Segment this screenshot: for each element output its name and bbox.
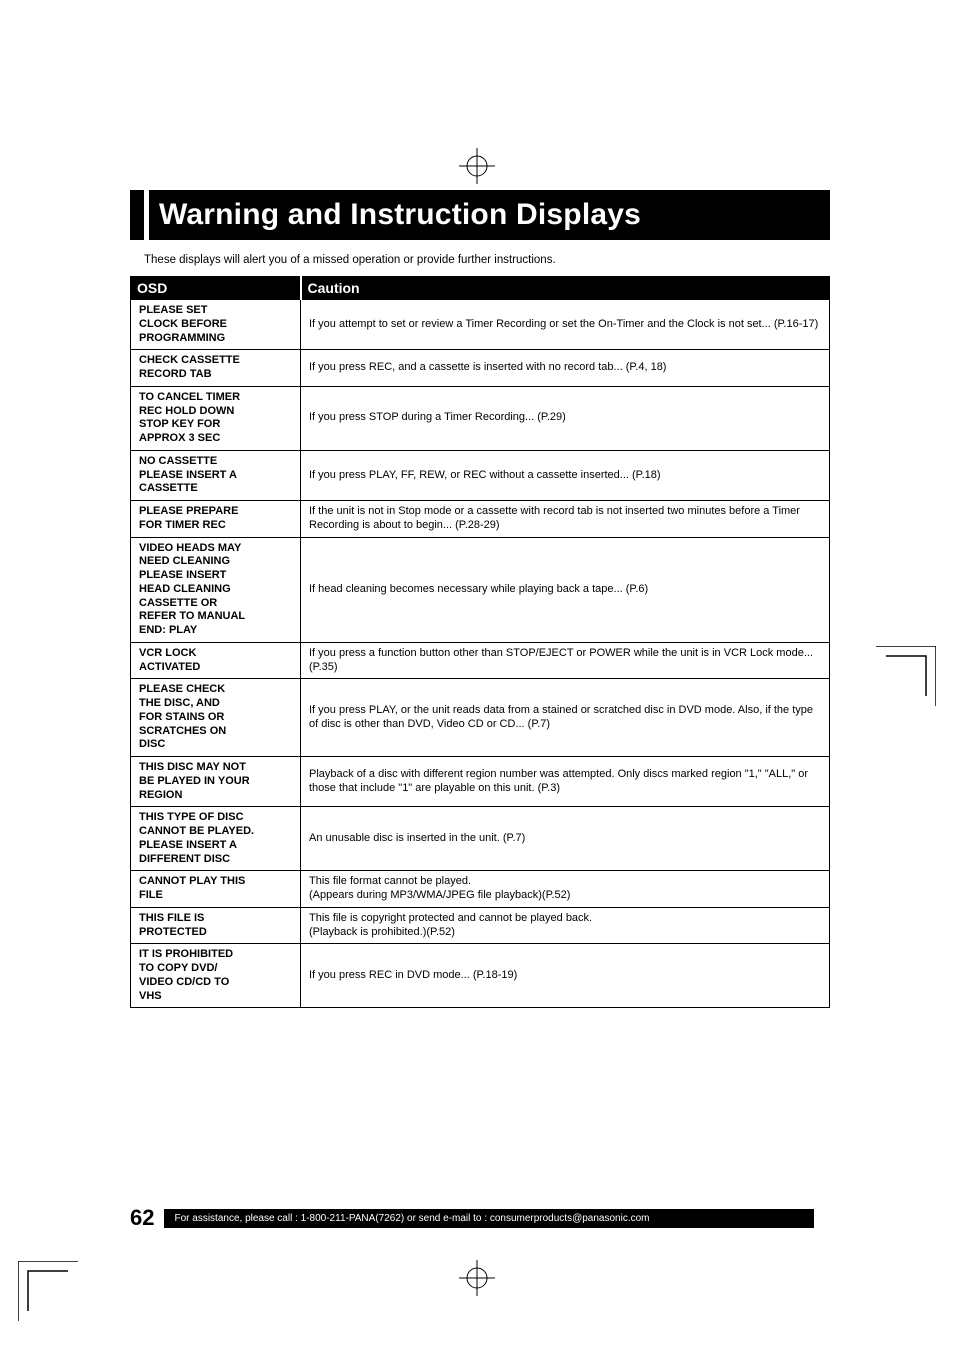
osd-cell: VIDEO HEADS MAY NEED CLEANING PLEASE INS… bbox=[131, 537, 301, 642]
osd-cell: IT IS PROHIBITED TO COPY DVD/ VIDEO CD/C… bbox=[131, 944, 301, 1008]
caution-cell: If you press REC, and a cassette is inse… bbox=[301, 350, 830, 387]
table-row: PLEASE SET CLOCK BEFORE PROGRAMMINGIf yo… bbox=[131, 300, 830, 350]
title-accent bbox=[130, 190, 144, 240]
table-row: IT IS PROHIBITED TO COPY DVD/ VIDEO CD/C… bbox=[131, 944, 830, 1008]
header-caution: Caution bbox=[301, 277, 830, 300]
osd-cell: CANNOT PLAY THIS FILE bbox=[131, 871, 301, 908]
table-row: THIS DISC MAY NOT BE PLAYED IN YOUR REGI… bbox=[131, 757, 830, 807]
table-row: CHECK CASSETTE RECORD TABIf you press RE… bbox=[131, 350, 830, 387]
caution-cell: Playback of a disc with different region… bbox=[301, 757, 830, 807]
crop-mark-left-icon bbox=[18, 1261, 78, 1321]
osd-cell: VCR LOCK ACTIVATED bbox=[131, 642, 301, 679]
osd-cell: THIS DISC MAY NOT BE PLAYED IN YOUR REGI… bbox=[131, 757, 301, 807]
osd-cell: PLEASE CHECK THE DISC, AND FOR STAINS OR… bbox=[131, 679, 301, 757]
osd-cell: PLEASE SET CLOCK BEFORE PROGRAMMING bbox=[131, 300, 301, 350]
osd-cell: THIS TYPE OF DISC CANNOT BE PLAYED. PLEA… bbox=[131, 807, 301, 871]
page-number: 62 bbox=[130, 1205, 154, 1231]
table-row: TO CANCEL TIMER REC HOLD DOWN STOP KEY F… bbox=[131, 386, 830, 450]
table-row: THIS TYPE OF DISC CANNOT BE PLAYED. PLEA… bbox=[131, 807, 830, 871]
title-bar: Warning and Instruction Displays bbox=[130, 190, 830, 240]
caution-cell: If head cleaning becomes necessary while… bbox=[301, 537, 830, 642]
caution-cell: An unusable disc is inserted in the unit… bbox=[301, 807, 830, 871]
caution-cell: If you press a function button other tha… bbox=[301, 642, 830, 679]
caution-cell: If the unit is not in Stop mode or a cas… bbox=[301, 501, 830, 538]
crop-mark-top-icon bbox=[459, 148, 495, 184]
osd-cell: CHECK CASSETTE RECORD TAB bbox=[131, 350, 301, 387]
osd-cell: PLEASE PREPARE FOR TIMER REC bbox=[131, 501, 301, 538]
page-content: Warning and Instruction Displays These d… bbox=[130, 190, 830, 1008]
header-osd: OSD bbox=[131, 277, 301, 300]
table-row: PLEASE CHECK THE DISC, AND FOR STAINS OR… bbox=[131, 679, 830, 757]
crop-mark-right-icon bbox=[876, 646, 936, 706]
caution-cell: This file is copyright protected and can… bbox=[301, 907, 830, 944]
table-row: PLEASE PREPARE FOR TIMER RECIf the unit … bbox=[131, 501, 830, 538]
page-title: Warning and Instruction Displays bbox=[149, 190, 830, 240]
caution-cell: If you press PLAY, or the unit reads dat… bbox=[301, 679, 830, 757]
osd-cell: NO CASSETTE PLEASE INSERT A CASSETTE bbox=[131, 450, 301, 500]
table-row: NO CASSETTE PLEASE INSERT A CASSETTEIf y… bbox=[131, 450, 830, 500]
table-row: THIS FILE IS PROTECTEDThis file is copyr… bbox=[131, 907, 830, 944]
intro-text: These displays will alert you of a misse… bbox=[144, 254, 830, 266]
osd-cell: THIS FILE IS PROTECTED bbox=[131, 907, 301, 944]
page-footer: 62 For assistance, please call : 1-800-2… bbox=[130, 1205, 814, 1231]
caution-cell: If you press REC in DVD mode... (P.18-19… bbox=[301, 944, 830, 1008]
osd-cell: TO CANCEL TIMER REC HOLD DOWN STOP KEY F… bbox=[131, 386, 301, 450]
caution-cell: If you attempt to set or review a Timer … bbox=[301, 300, 830, 350]
osd-table: OSD Caution PLEASE SET CLOCK BEFORE PROG… bbox=[130, 276, 830, 1008]
table-row: VIDEO HEADS MAY NEED CLEANING PLEASE INS… bbox=[131, 537, 830, 642]
caution-cell: This file format cannot be played. (Appe… bbox=[301, 871, 830, 908]
crop-mark-bottom-icon bbox=[459, 1260, 495, 1296]
table-row: VCR LOCK ACTIVATEDIf you press a functio… bbox=[131, 642, 830, 679]
assistance-bar: For assistance, please call : 1-800-211-… bbox=[164, 1209, 814, 1228]
table-row: CANNOT PLAY THIS FILEThis file format ca… bbox=[131, 871, 830, 908]
caution-cell: If you press PLAY, FF, REW, or REC witho… bbox=[301, 450, 830, 500]
caution-cell: If you press STOP during a Timer Recordi… bbox=[301, 386, 830, 450]
